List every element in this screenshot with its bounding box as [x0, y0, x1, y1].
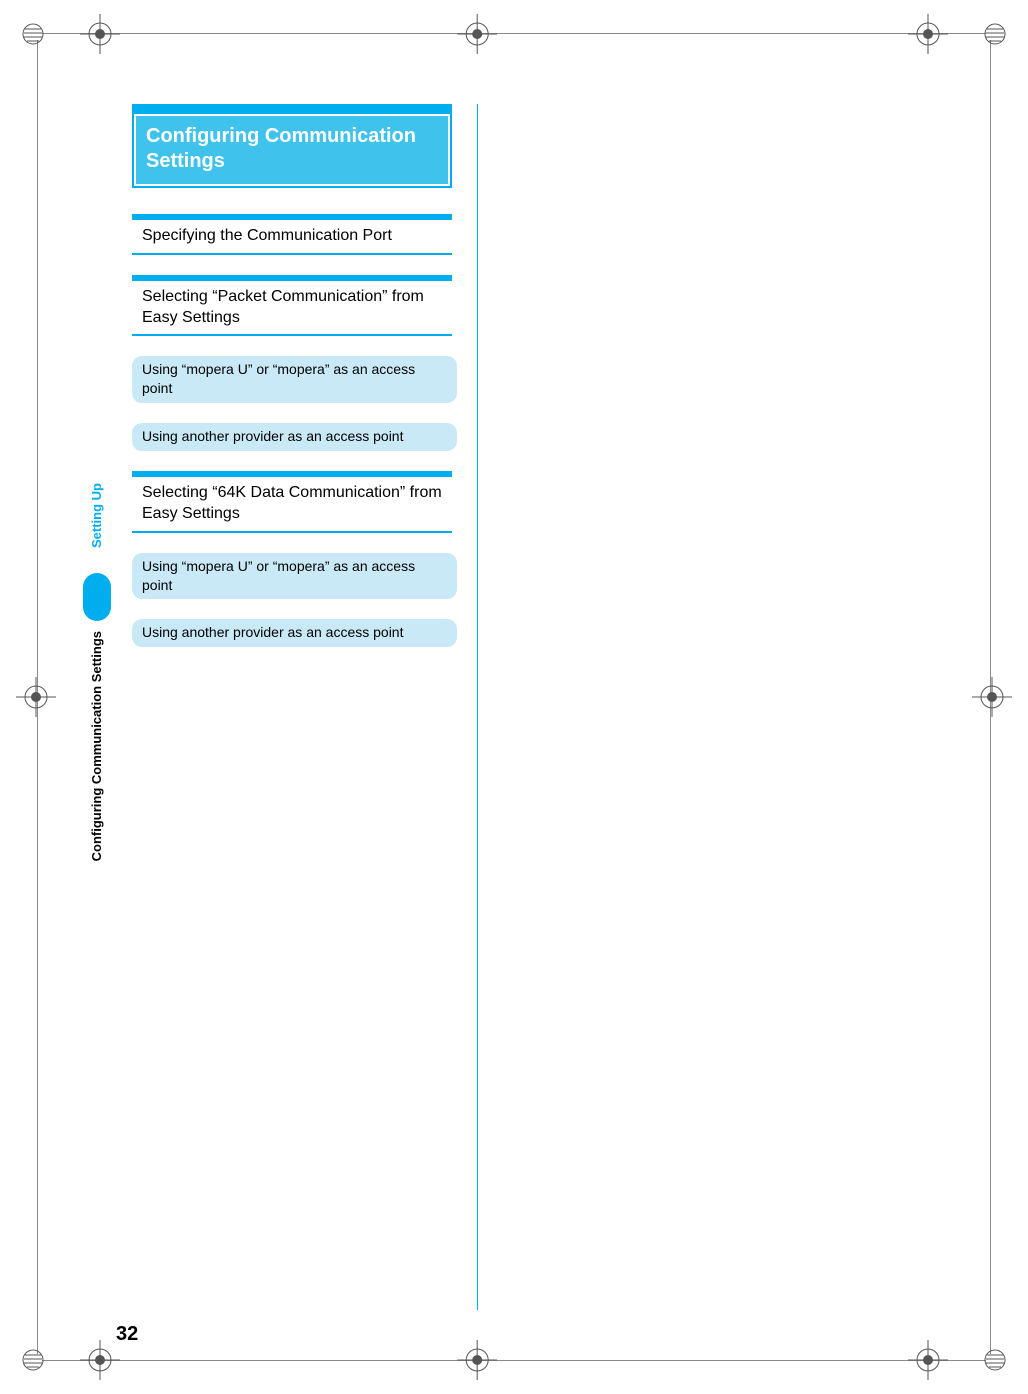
section-heading: Selecting “64K Data Communication” from … — [132, 471, 452, 533]
registration-mark-icon — [16, 677, 56, 717]
registration-dot-icon — [984, 23, 1006, 45]
registration-mark-icon — [908, 1340, 948, 1380]
registration-dot-icon — [984, 1349, 1006, 1371]
chapter-label: Setting Up — [89, 483, 104, 548]
subsection-item: Using “mopera U” or “mopera” as an acces… — [132, 553, 457, 600]
column-divider — [477, 104, 478, 1310]
thumb-tab-icon — [83, 573, 111, 621]
registration-mark-icon — [908, 14, 948, 54]
registration-mark-icon — [457, 14, 497, 54]
section-heading: Selecting “Packet Communication” from Ea… — [132, 275, 452, 337]
section-label: Configuring Communication Settings — [89, 631, 104, 861]
registration-mark-icon — [80, 1340, 120, 1380]
page-number: 32 — [116, 1323, 138, 1346]
subsection-item: Using another provider as an access poin… — [132, 423, 457, 451]
registration-dot-icon — [22, 23, 44, 45]
registration-mark-icon — [972, 677, 1012, 717]
content-column: Configuring Communication Settings Speci… — [132, 104, 452, 667]
registration-mark-icon — [457, 1340, 497, 1380]
registration-dot-icon — [22, 1349, 44, 1371]
subsection-item: Using “mopera U” or “mopera” as an acces… — [132, 356, 457, 403]
manual-page: Setting Up Configuring Communication Set… — [0, 0, 1028, 1394]
subsection-item: Using another provider as an access poin… — [132, 619, 457, 647]
crop-line — [42, 33, 986, 34]
side-labels: Setting Up Configuring Communication Set… — [85, 483, 111, 903]
crop-line — [42, 1360, 986, 1361]
main-heading: Configuring Communication Settings — [132, 104, 452, 188]
registration-mark-icon — [80, 14, 120, 54]
section-heading: Specifying the Communication Port — [132, 214, 452, 255]
